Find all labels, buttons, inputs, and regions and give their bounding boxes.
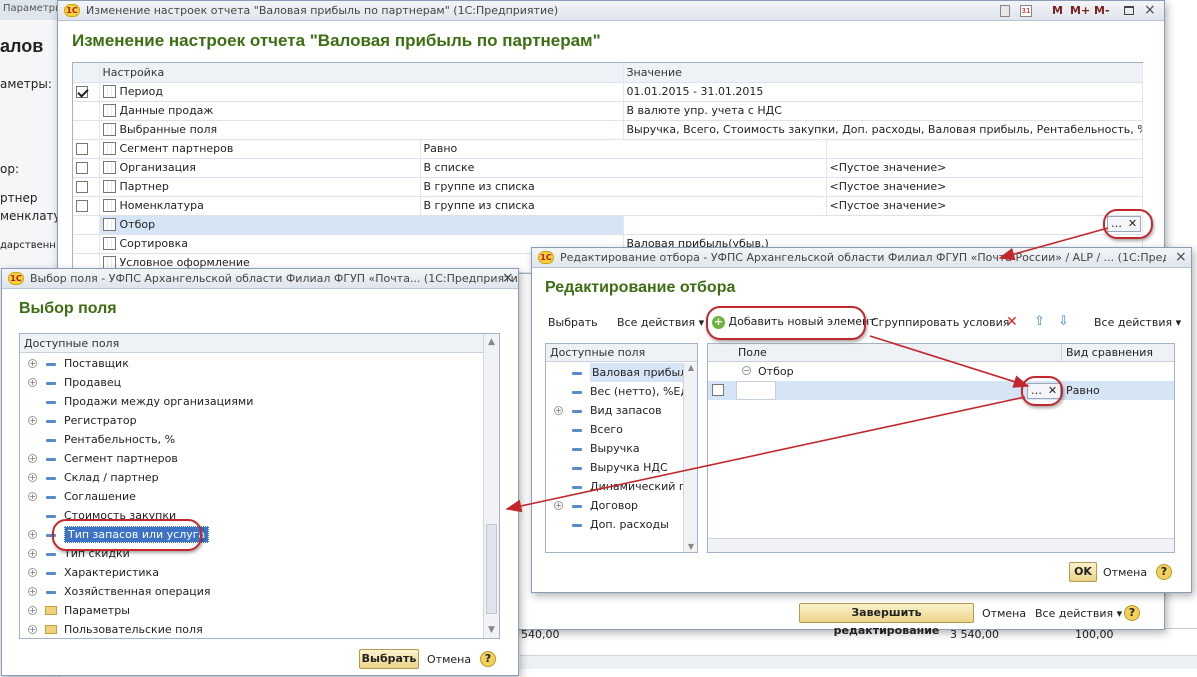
arrow-to-field-window	[505, 396, 1026, 513]
arrow-to-condition-value	[869, 335, 1030, 388]
annotation-arrows	[505, 227, 1109, 513]
arrow-to-filter-window	[998, 227, 1109, 261]
